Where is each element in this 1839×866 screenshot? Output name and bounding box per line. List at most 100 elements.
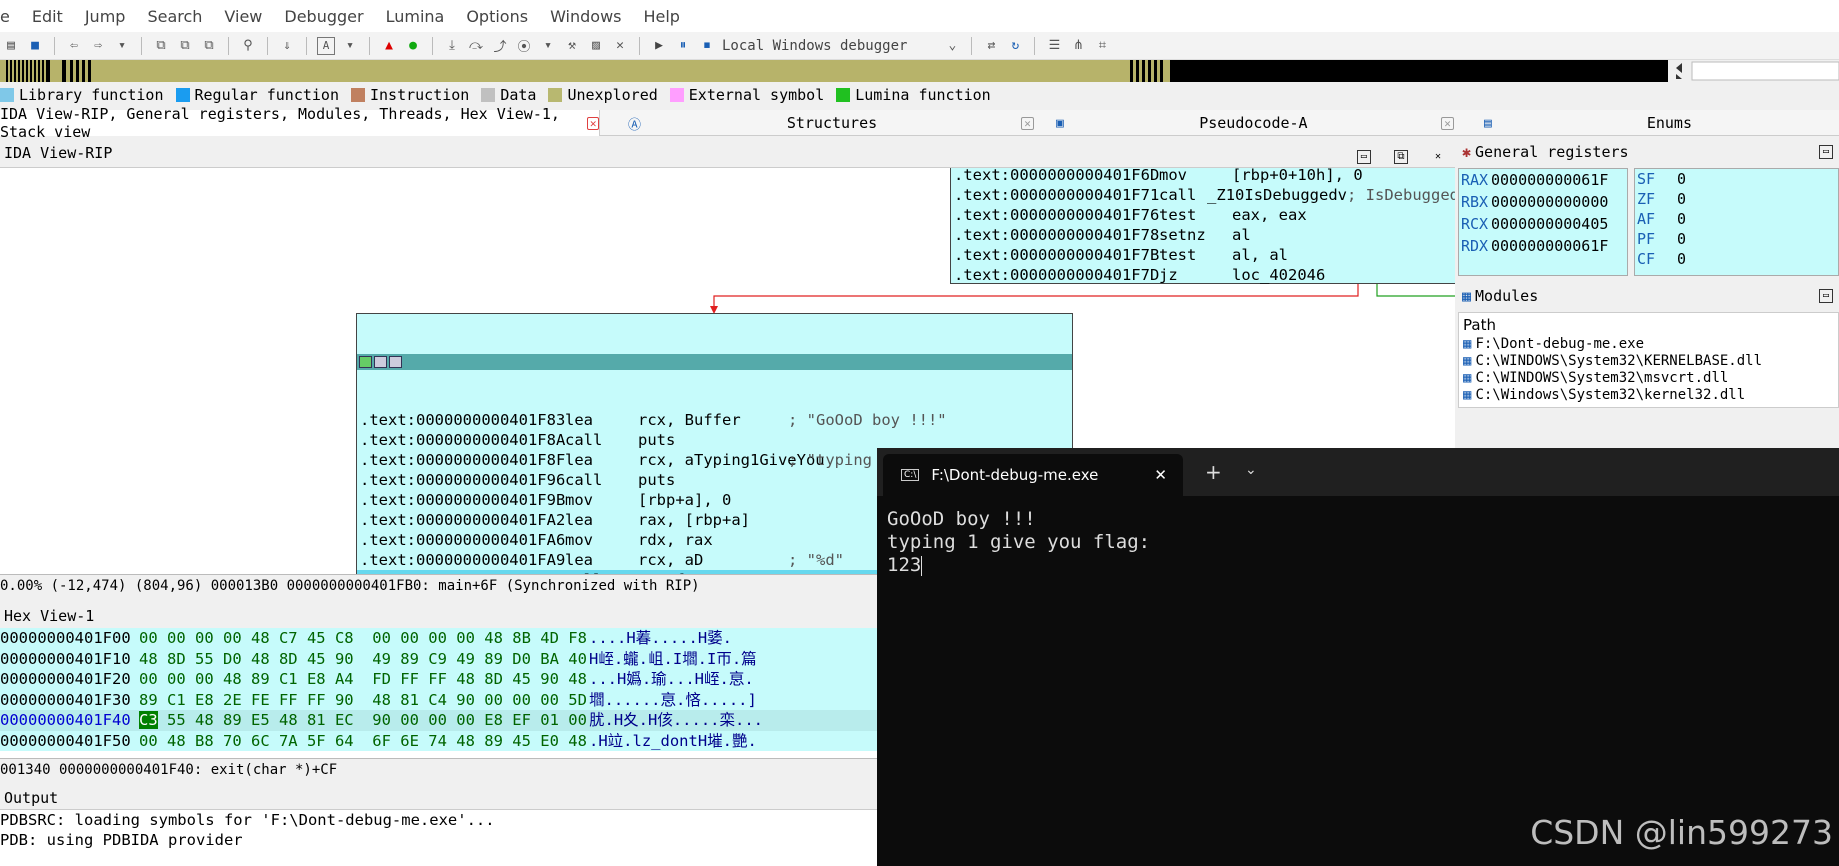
restore-icon[interactable]: ⧉ — [1393, 150, 1408, 164]
tab-structures[interactable]: Ⓐ Structures ✕ — [628, 110, 1034, 136]
filter-icon[interactable]: ⌗ — [1093, 37, 1111, 55]
menu-item-windows[interactable]: Windows — [550, 7, 621, 26]
modules-list[interactable]: Path ▦ F:\Dont-debug-me.exe ▦ C:\WINDOWS\Sy… — [1458, 312, 1839, 408]
play-icon[interactable]: ▶ — [650, 37, 668, 55]
run-to-icon[interactable]: ⤴ — [491, 37, 509, 55]
chevron-down-icon[interactable]: ▾ — [341, 37, 359, 55]
flag-row[interactable]: AF 0 — [1635, 209, 1838, 229]
hex-row[interactable]: 00000000401F20 00 00 00 48 89 C1 E8 A4 FD… — [0, 669, 878, 690]
breakpoint-icon[interactable]: ⦿ — [515, 37, 533, 55]
flags-list[interactable]: SF 0 ZF 0 AF 0 PF 0 CF 0 — [1634, 168, 1839, 276]
menu-item-help[interactable]: Help — [643, 7, 679, 26]
text-icon[interactable]: A — [317, 36, 335, 55]
code-line[interactable]: .text:0000000000401F8A call puts — [357, 430, 1072, 450]
hex-row[interactable]: 00000000401F50 00 48 B8 70 6C 7A 5F 64 6F… — [0, 730, 878, 751]
menu-item-jump[interactable]: Jump — [85, 7, 126, 26]
chevron-down-icon[interactable]: ⌄ — [1245, 462, 1257, 478]
code-line[interactable]: .text:0000000000401F71 call _Z10IsDebugged… — [951, 185, 1455, 205]
flag-row[interactable]: PF 0 — [1635, 229, 1838, 249]
save-icon[interactable]: ■ — [26, 37, 44, 55]
register-row[interactable]: RBX 0000000000000 — [1459, 191, 1627, 213]
refresh-icon[interactable]: ↻ — [1006, 37, 1024, 55]
menu-item-options[interactable]: Options — [466, 7, 528, 26]
image-icon[interactable]: ▨ — [587, 37, 605, 55]
code-block-isdebugged[interactable]: .text:0000000000401F6D mov [rbp+0+10h], 0.… — [950, 168, 1455, 284]
copy-icon[interactable]: ⧉ — [152, 37, 170, 55]
module-row[interactable]: ▦ C:\WINDOWS\System32\msvcrt.dll — [1459, 370, 1838, 387]
navigation-band[interactable] — [0, 60, 1839, 82]
register-row[interactable]: RAX 000000000061F — [1459, 169, 1627, 191]
registers-list[interactable]: RAX 000000000061F RBX 0000000000000 RCX 00000… — [1458, 168, 1628, 276]
registers-header: ✱ General registers ▭ — [1458, 140, 1839, 164]
hex-row[interactable]: 00000000401F10 48 8D 55 D0 48 8D 45 90 49… — [0, 648, 878, 669]
stop-icon[interactable]: ⏹ — [698, 37, 716, 55]
tab-pseudocode[interactable]: ▣ Pseudocode-A ✕ — [1056, 110, 1454, 136]
close-icon[interactable]: ✕ — [611, 37, 629, 55]
paste-icon[interactable]: ⧉ — [176, 37, 194, 55]
maximize-icon[interactable]: ▭ — [1819, 289, 1833, 303]
terminal-tab[interactable]: C:\ F:\Dont-debug-me.exe ✕ — [883, 454, 1183, 496]
tools-icon[interactable]: ⚒ — [563, 37, 581, 55]
module-row[interactable]: ▦ F:\Dont-debug-me.exe — [1459, 336, 1838, 353]
list-icon[interactable]: ☰ — [1045, 37, 1063, 55]
back-icon[interactable]: ⇦ — [65, 37, 83, 55]
green-dot-icon[interactable]: ● — [404, 37, 422, 55]
maximize-icon[interactable]: ▭ — [1819, 145, 1833, 159]
hierarchy-icon[interactable]: ⋔ — [1069, 37, 1087, 55]
code-line[interactable]: .text:0000000000401F76 test eax, eax — [951, 205, 1455, 225]
binoculars-icon[interactable]: ⚲ — [239, 37, 257, 55]
module-row[interactable]: ▦ C:\WINDOWS\System32\KERNELBASE.dll — [1459, 353, 1838, 370]
open-icon[interactable]: ▤ — [2, 37, 20, 55]
step-over-icon[interactable]: ⤼ — [467, 37, 485, 55]
pause-icon[interactable]: ⏸ — [674, 37, 692, 55]
close-icon[interactable]: ✕ — [1441, 116, 1454, 130]
hex-row[interactable]: 00000000401F30 89 C1 E8 2E FE FF FF 90 48… — [0, 689, 878, 710]
new-tab-icon[interactable]: + — [1205, 460, 1222, 484]
register-row[interactable]: RDX 000000000061F — [1459, 235, 1627, 257]
flag-row[interactable]: SF 0 — [1635, 169, 1838, 189]
register-row[interactable]: RCX 0000000000405 — [1459, 213, 1627, 235]
hex-row[interactable]: 00000000401F40 C3 55 48 89 E5 48 81 EC 90… — [0, 710, 878, 731]
debugger-select[interactable]: Local Windows debugger — [722, 38, 907, 54]
tab-enums[interactable]: ▤ Enums — [1484, 110, 1839, 136]
chevron-down-icon[interactable]: ⌄ — [943, 37, 961, 55]
hex-cursor[interactable]: C3 — [139, 711, 158, 729]
code-line[interactable]: .text:0000000000401F78 setnz al — [951, 225, 1455, 245]
menu-item-view[interactable]: View — [224, 7, 262, 26]
graph-icon[interactable] — [389, 356, 402, 368]
code-line[interactable]: .text:0000000000401F6D mov [rbp+0+10h], 0 — [951, 168, 1455, 185]
graph-icon[interactable]: ▲ — [380, 37, 398, 55]
hex-view[interactable]: 00000000401F00 00 00 00 00 48 C7 45 C8 00… — [0, 628, 878, 758]
close-icon[interactable]: ✕ — [1021, 116, 1034, 130]
flag-row[interactable]: ZF 0 — [1635, 189, 1838, 209]
flag-row[interactable]: CF 0 — [1635, 249, 1838, 269]
forward-icon[interactable]: ⇨ — [89, 37, 107, 55]
hex-row[interactable]: 00000000401F00 00 00 00 00 48 C7 45 C8 00… — [0, 628, 878, 649]
color-icon[interactable] — [359, 356, 372, 368]
module-row[interactable]: ▦ C:\Windows\System32\kernel32.dll — [1459, 387, 1838, 404]
clipboard-icon[interactable]: ⧉ — [200, 37, 218, 55]
menu-item-search[interactable]: Search — [147, 7, 202, 26]
code-line[interactable]: .text:0000000000401F83 lea rcx, Buffer ; "G… — [357, 410, 1072, 430]
menu-item-e[interactable]: e — [0, 7, 10, 26]
close-icon[interactable]: ✕ — [587, 116, 599, 130]
chevron-down-icon[interactable]: ▾ — [539, 37, 557, 55]
chevron-down-icon[interactable]: ▾ — [113, 37, 131, 55]
code-line[interactable]: .text:0000000000401F7D jz loc_402046 — [951, 265, 1455, 285]
terminal-output[interactable]: GoOoD boy !!! typing 1 give you flag: 123 — [887, 508, 1150, 577]
column-header-path[interactable]: Path — [1459, 313, 1838, 336]
menu-item-debugger[interactable]: Debugger — [284, 7, 363, 26]
close-icon[interactable]: ✕ — [1431, 151, 1445, 165]
tab-ida-view-group[interactable]: IDA View-RIP, General registers, Modules… — [0, 105, 600, 141]
down-arrow-icon[interactable]: ⇓ — [278, 37, 296, 55]
terminal-window[interactable]: C:\ F:\Dont-debug-me.exe ✕ + ⌄ GoOoD boy… — [877, 448, 1839, 866]
maximize-icon[interactable]: ▭ — [1356, 150, 1371, 164]
menu-item-lumina[interactable]: Lumina — [386, 7, 445, 26]
menu-item-edit[interactable]: Edit — [32, 7, 63, 26]
step-into-icon[interactable]: ⤓ — [443, 37, 461, 55]
output-window[interactable]: PDBSRC: loading symbols for 'F:\Dont-deb… — [0, 810, 878, 866]
edit-icon[interactable] — [374, 356, 387, 368]
attach-icon[interactable]: ⇄ — [982, 37, 1000, 55]
close-icon[interactable]: ✕ — [1154, 466, 1167, 484]
code-line[interactable]: .text:0000000000401F7B test al, al — [951, 245, 1455, 265]
